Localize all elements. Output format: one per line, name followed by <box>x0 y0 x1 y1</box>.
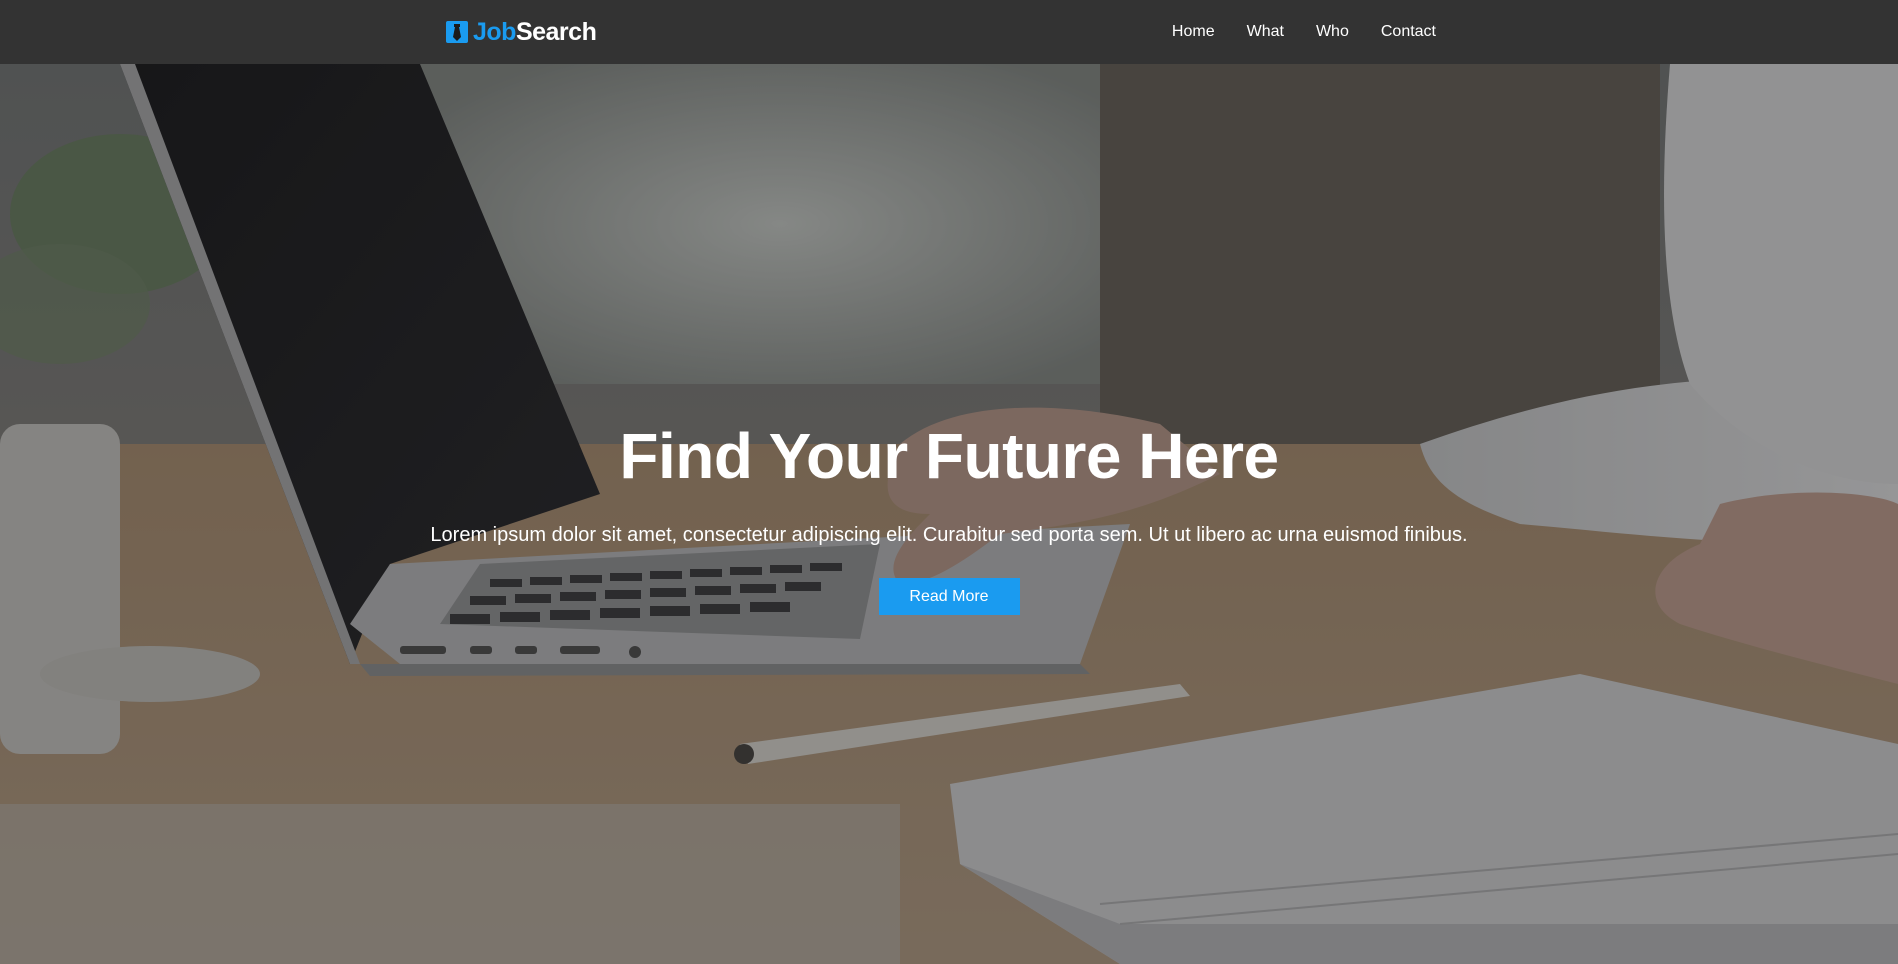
nav-link-who[interactable]: Who <box>1300 20 1365 44</box>
brand-text-job: Job <box>473 17 516 46</box>
nav-link-what[interactable]: What <box>1231 20 1300 44</box>
navbar: Job Search Home What Who Contact <box>0 0 1898 64</box>
hero-subtitle: Lorem ipsum dolor sit amet, consectetur … <box>430 524 1468 546</box>
tie-icon <box>446 21 468 43</box>
nav-link-contact[interactable]: Contact <box>1365 20 1436 44</box>
brand-text-search: Search <box>515 17 597 46</box>
hero-title: Find Your Future Here <box>619 420 1279 492</box>
hero-section: Find Your Future Here Lorem ipsum dolor … <box>0 64 1898 964</box>
hero-content: Find Your Future Here Lorem ipsum dolor … <box>0 420 1898 615</box>
read-more-button[interactable]: Read More <box>878 578 1020 615</box>
nav-links: Home What Who Contact <box>1156 20 1436 44</box>
nav-link-home[interactable]: Home <box>1156 20 1231 44</box>
brand-logo[interactable]: Job Search <box>446 17 597 47</box>
